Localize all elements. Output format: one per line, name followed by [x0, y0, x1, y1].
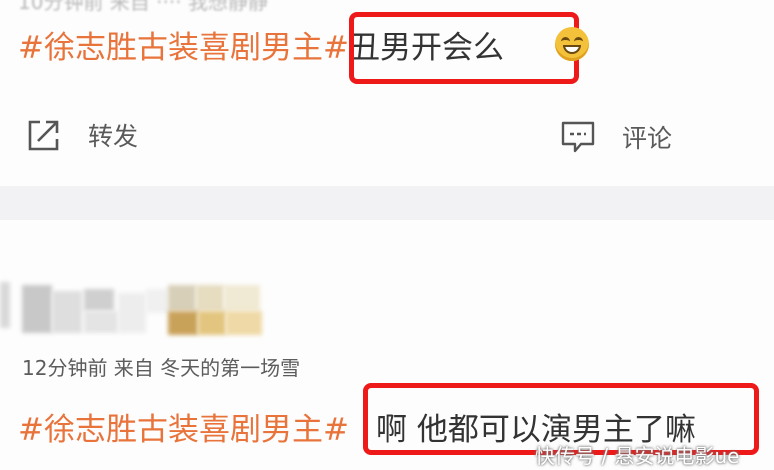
post-card-1: 10分钟前 来自 ···· 我想静静 #徐志胜古装喜剧男主#丑男开会么 转发 评…: [0, 0, 774, 186]
share-icon: [28, 120, 59, 151]
comment-label: 评论: [622, 124, 673, 153]
highlight-box: [349, 12, 579, 84]
hashtag-link[interactable]: #徐志胜古装喜剧男主#: [18, 30, 349, 66]
repost-button[interactable]: 转发: [26, 117, 138, 153]
hashtag-link[interactable]: #徐志胜古装喜剧男主#: [18, 412, 349, 448]
watermark: 快传号 / 悬安说电影ue: [535, 444, 740, 468]
post-meta: 10分钟前 来自 ···· 我想静静: [18, 0, 268, 14]
comment-icon: [561, 121, 595, 153]
grinning-squint-emoji-icon: [555, 27, 589, 61]
avatar-placeholder: [0, 282, 10, 328]
feed-divider: [0, 186, 774, 220]
post-meta: 12分钟前 来自 冬天的第一场雪: [22, 356, 301, 380]
repost-label: 转发: [88, 122, 139, 151]
comment-button[interactable]: 评论: [560, 119, 672, 155]
post-text: #徐志胜古装喜剧男主#: [18, 404, 349, 449]
